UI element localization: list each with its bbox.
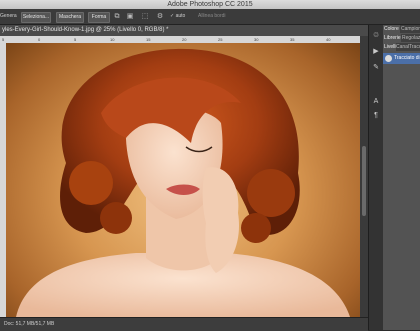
curl <box>100 202 132 234</box>
document-tab-label: yles-Every-Girl-Should-Know-1.jpg @ 25% … <box>2 27 169 33</box>
ruler-tick: 40 <box>326 37 331 42</box>
auto-add-delete-checkbox[interactable]: ✓ auto <box>170 12 195 21</box>
ruler-tick: 25 <box>218 37 223 42</box>
ruler-tick: 5 <box>2 37 5 42</box>
scrollbar-thumb[interactable] <box>362 146 366 216</box>
path-row[interactable]: Tracciato di lavoro <box>383 53 420 64</box>
gear-icon[interactable]: ⚙ <box>156 12 164 21</box>
status-bar: Doc: 51,7 MB/51,7 MB <box>0 317 368 331</box>
portrait-photo <box>16 48 350 317</box>
panel-tool-strip: ♲ ▶ ✎ A ¶ <box>368 25 384 330</box>
select-subject-button[interactable]: Seleziona... <box>21 12 51 23</box>
ruler-tick: 30 <box>254 37 259 42</box>
ruler-tick: 35 <box>290 37 295 42</box>
history-brush-icon[interactable]: ♲ <box>371 31 381 41</box>
panel-tab-row: Colore Campioni <box>383 25 420 33</box>
arrange-icon[interactable]: ⬚ <box>141 12 149 21</box>
layers-icon[interactable]: ⧉ <box>113 12 121 21</box>
mask-button[interactable]: Maschera <box>56 12 84 23</box>
align-edges-checkbox[interactable]: Allinea bordi <box>198 12 238 21</box>
path-name: Tracciato di lavoro <box>394 55 420 61</box>
panel-tab-row: Livelli Canali Tracciati <box>383 43 420 51</box>
curl <box>241 213 271 243</box>
ruler-tick: 20 <box>182 37 187 42</box>
doc-size-info[interactable]: Doc: 51,7 MB/51,7 MB <box>4 318 54 331</box>
tab-colore[interactable]: Colore <box>383 25 400 33</box>
panel-tab-row: Librerie Regolazioni <box>383 34 420 42</box>
ruler-tick: 5 <box>74 37 77 42</box>
canvas[interactable] <box>6 43 360 317</box>
app-title: Adobe Photoshop CC 2015 <box>167 1 253 8</box>
title-bar: Adobe Photoshop CC 2015 <box>0 0 420 9</box>
path-thumbnail-icon <box>385 55 392 62</box>
tab-tracciati[interactable]: Tracciati <box>408 43 420 51</box>
tab-regolazioni[interactable]: Regolazioni <box>401 34 420 42</box>
curl <box>247 169 295 217</box>
vertical-scrollbar[interactable] <box>360 36 368 317</box>
tab-canali[interactable]: Canali <box>395 43 409 51</box>
tab-librerie[interactable]: Librerie <box>383 34 401 42</box>
text-tool-icon[interactable]: A <box>371 97 381 107</box>
ruler-tick: 15 <box>146 37 151 42</box>
ruler-tick: 10 <box>110 37 115 42</box>
combine-shapes-icon[interactable]: ▣ <box>126 12 134 21</box>
selection-mode-label[interactable]: Genera <box>0 12 20 21</box>
right-panels: Colore Campioni Librerie Regolazioni Liv… <box>383 25 420 330</box>
tab-campioni[interactable]: Campioni <box>400 25 420 33</box>
shape-button[interactable]: Forma <box>88 12 110 23</box>
play-icon[interactable]: ▶ <box>371 47 381 57</box>
options-bar: Genera Seleziona... Maschera Forma ⧉ ▣ ⬚… <box>0 9 420 25</box>
paragraph-icon[interactable]: ¶ <box>371 111 381 121</box>
brush-settings-icon[interactable]: ✎ <box>371 63 381 73</box>
ruler-tick: 0 <box>38 37 41 42</box>
curl <box>69 161 113 205</box>
